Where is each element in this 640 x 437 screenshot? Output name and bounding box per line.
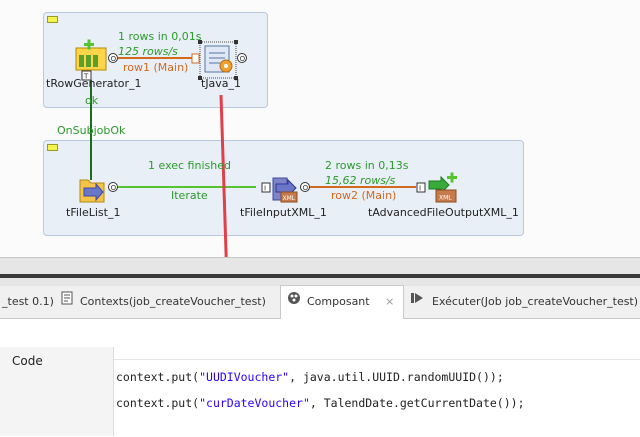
- iterate-status: 1 exec finished: [148, 159, 231, 172]
- panel-separator[interactable]: [0, 274, 640, 278]
- row2-rows-status: 2 rows in 0,13s: [325, 159, 409, 172]
- filelist-name[interactable]: tFileList_1: [66, 206, 120, 219]
- tab-composant-close-icon[interactable]: ×: [385, 295, 394, 308]
- fileinputxml-icon: I XML: [261, 177, 298, 203]
- code-label: Code: [12, 354, 43, 368]
- ok-trigger-label: ok: [85, 94, 99, 107]
- contexts-icon: [60, 286, 74, 318]
- java-input-connector: [191, 53, 200, 64]
- code-line-1: context.put("UUDIVoucher", java.util.UUI…: [116, 370, 504, 384]
- rowgenerator-name[interactable]: tRowGenerator_1: [46, 77, 142, 90]
- tab-executer-label: Exécuter(Job job_createVoucher_test): [432, 295, 639, 308]
- filelist-icon: [79, 179, 105, 203]
- run-icon: [410, 286, 424, 318]
- component-panel: Code context.put("UUDIVoucher", java.uti…: [0, 319, 640, 437]
- component-icon: [287, 286, 301, 318]
- svg-text:I: I: [264, 185, 266, 193]
- java-name[interactable]: tJava_1: [201, 77, 241, 90]
- row2-label[interactable]: row2 (Main): [331, 189, 396, 202]
- tab-job-partial-label: _test 0.1): [2, 295, 54, 308]
- code-line-2: context.put("curDateVoucher", TalendDate…: [116, 396, 525, 410]
- annotation-arrow: [219, 94, 228, 257]
- rowgenerator-icon: [75, 39, 107, 71]
- tab-executer[interactable]: Exécuter(Job job_createVoucher_test): [406, 286, 640, 318]
- tab-contexts-label: Contexts(job_createVoucher_test): [80, 295, 266, 308]
- svg-text:O: O: [111, 184, 117, 192]
- job-designer-canvas[interactable]: O T O O I XML O I XML 1 rows in 0,01s 12…: [0, 0, 640, 257]
- advancedfileoutputxml-icon: I XML: [416, 172, 457, 203]
- iterate-label[interactable]: Iterate: [171, 189, 208, 202]
- advancedfileoutputxml-name[interactable]: tAdvancedFileOutputXML_1: [368, 206, 519, 219]
- tab-composant[interactable]: Composant ×: [280, 285, 404, 319]
- svg-text:I: I: [419, 185, 421, 193]
- row1-label[interactable]: row1 (Main): [123, 61, 188, 74]
- row2-rate: 15,62 rows/s: [325, 174, 396, 187]
- view-tabs: _test 0.1) Contexts(job_createVoucher_te…: [0, 285, 640, 319]
- svg-text:O: O: [111, 55, 117, 63]
- onsubjobok-label[interactable]: OnSubjobOk: [57, 124, 125, 137]
- tab-contexts[interactable]: Contexts(job_createVoucher_test): [60, 286, 275, 318]
- row1-rate: 125 rows/s: [118, 45, 178, 58]
- tab-composant-label: Composant: [307, 295, 370, 308]
- row1-rows-status: 1 rows in 0,01s: [118, 30, 202, 43]
- tab-job-partial[interactable]: _test 0.1): [0, 286, 56, 318]
- java-icon: [198, 40, 238, 80]
- svg-text:XML: XML: [283, 195, 296, 202]
- fileinputxml-name[interactable]: tFileInputXML_1: [240, 206, 327, 219]
- svg-text:O: O: [303, 184, 309, 192]
- code-editor[interactable]: context.put("UUDIVoucher", java.util.UUI…: [114, 359, 640, 437]
- svg-text:XML: XML: [439, 195, 452, 202]
- svg-text:O: O: [240, 55, 246, 63]
